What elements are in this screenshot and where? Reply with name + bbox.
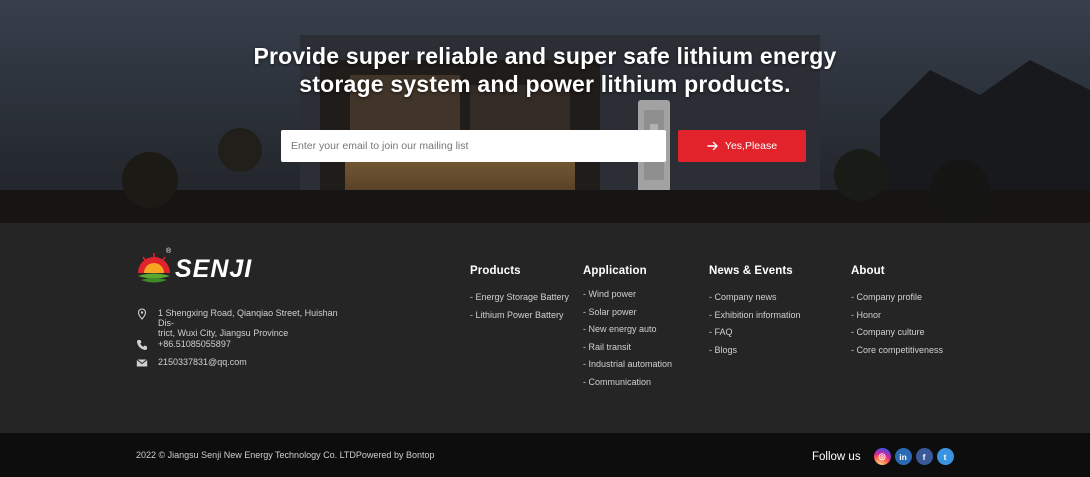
footer-link-energy-storage-battery[interactable]: - Energy Storage Battery	[470, 289, 569, 307]
senji-logo[interactable]: SENJI ®	[135, 248, 280, 289]
sunrise-logo-mark-icon	[138, 253, 170, 283]
address-line1: 1 Shengxing Road, Qianqiao Street, Huish…	[158, 308, 338, 328]
footer-link-lithium-power-battery[interactable]: - Lithium Power Battery	[470, 307, 569, 325]
twitter-glyph: t	[943, 451, 947, 462]
products-heading[interactable]: Products	[470, 265, 569, 277]
footer-column-application: Application - Wind power - Solar power -…	[583, 265, 672, 391]
linkedin-icon[interactable]: in	[894, 448, 912, 465]
hero-title-line1: Provide super reliable and super safe li…	[253, 43, 837, 69]
footer-link-communication[interactable]: - Communication	[583, 374, 672, 392]
footer-column-products: Products - Energy Storage Battery - Lith…	[470, 265, 569, 324]
arrow-right-icon	[707, 141, 718, 151]
facebook-icon[interactable]: f	[915, 448, 933, 465]
phone-icon	[137, 340, 147, 350]
location-pin-icon	[137, 308, 147, 320]
contact-email: 2150337831@qq.com	[136, 357, 247, 369]
instagram-glyph: ◎	[878, 451, 886, 461]
instagram-icon[interactable]: ◎	[873, 448, 891, 465]
news-heading[interactable]: News & Events	[709, 265, 801, 277]
follow-us-label: Follow us	[812, 450, 861, 463]
registered-mark: ®	[166, 248, 172, 255]
bottom-bar: 2022 © Jiangsu Senji New Energy Technolo…	[0, 433, 1090, 477]
email-address[interactable]: 2150337831@qq.com	[158, 357, 247, 367]
address-line2: trict, Wuxi City, Jiangsu Province	[158, 328, 289, 338]
logo-text: SENJI	[175, 255, 253, 283]
subscribe-button-label: Yes,Please	[724, 140, 778, 152]
hero-background-image	[0, 0, 1090, 223]
twitter-icon[interactable]: t	[936, 448, 954, 465]
contact-phone: +86.51085055897	[136, 339, 231, 351]
footer-column-about: About - Company profile - Honor - Compan…	[851, 265, 943, 359]
footer-link-blogs[interactable]: - Blogs	[709, 342, 801, 360]
footer-link-core-competitiveness[interactable]: - Core competitiveness	[851, 342, 943, 360]
mailing-list-email-input[interactable]	[281, 130, 666, 162]
footer-link-solar-power[interactable]: - Solar power	[583, 304, 672, 322]
phone-number[interactable]: +86.51085055897	[158, 339, 231, 349]
copyright-text: 2022 © Jiangsu Senji New Energy Technolo…	[136, 450, 435, 460]
envelope-icon	[136, 359, 148, 367]
footer-link-industrial-automation[interactable]: - Industrial automation	[583, 356, 672, 374]
footer: SENJI ® 1 Shengxing Road, Qianqiao Stree…	[0, 223, 1090, 433]
footer-link-honor[interactable]: - Honor	[851, 307, 943, 325]
footer-column-news: News & Events - Company news - Exhibitio…	[709, 265, 801, 359]
about-heading[interactable]: About	[851, 265, 943, 277]
subscribe-button[interactable]: Yes,Please	[678, 130, 806, 162]
hero-banner: Provide super reliable and super safe li…	[0, 0, 1090, 223]
facebook-glyph: f	[922, 451, 926, 462]
footer-link-exhibition-information[interactable]: - Exhibition information	[709, 307, 801, 325]
address-text: 1 Shengxing Road, Qianqiao Street, Huish…	[158, 308, 353, 338]
footer-link-faq[interactable]: - FAQ	[709, 324, 801, 342]
footer-link-new-energy-auto[interactable]: - New energy auto	[583, 321, 672, 339]
footer-link-wind-power[interactable]: - Wind power	[583, 286, 672, 304]
linkedin-glyph: in	[899, 451, 907, 462]
hero-title-line2: storage system and power lithium product…	[299, 71, 791, 97]
application-heading[interactable]: Application	[583, 265, 672, 277]
footer-link-rail-transit[interactable]: - Rail transit	[583, 339, 672, 357]
footer-link-company-news[interactable]: - Company news	[709, 289, 801, 307]
contact-address: 1 Shengxing Road, Qianqiao Street, Huish…	[136, 308, 353, 338]
footer-link-company-culture[interactable]: - Company culture	[851, 324, 943, 342]
follow-us: Follow us ◎ in f t	[812, 448, 954, 465]
hero-title: Provide super reliable and super safe li…	[0, 42, 1090, 98]
footer-link-company-profile[interactable]: - Company profile	[851, 289, 943, 307]
